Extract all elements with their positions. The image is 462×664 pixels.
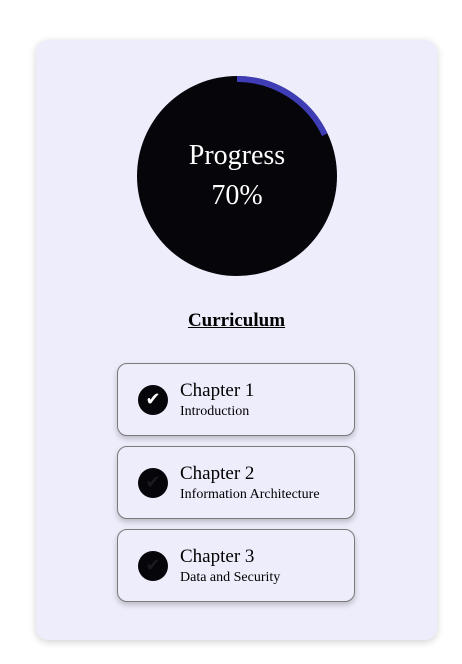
chapter-subtitle: Introduction: [180, 404, 250, 419]
chapter-card-2[interactable]: ✔ Chapter 2 Information Architecture: [117, 446, 355, 519]
progress-percent: 70%: [211, 180, 263, 211]
pending-icon: ✔: [138, 551, 168, 581]
chapter-card-1[interactable]: ✔ Chapter 1 Introduction: [117, 363, 355, 436]
progress-ring: Progress 70%: [136, 75, 338, 277]
pending-icon: ✔: [138, 468, 168, 498]
progress-readout: Progress 70%: [136, 75, 338, 277]
chapter-card-3[interactable]: ✔ Chapter 3 Data and Security: [117, 529, 355, 602]
curriculum-heading: Curriculum: [187, 310, 286, 331]
checkmark-icon: ✔: [138, 385, 168, 415]
progress-label: Progress: [188, 140, 286, 171]
chapter-subtitle: Data and Security: [180, 570, 281, 585]
chapter-title: Chapter 2: [180, 463, 255, 484]
chapter-subtitle: Information Architecture: [180, 487, 320, 502]
chapter-title: Chapter 3: [180, 546, 255, 567]
progress-card: Progress 70% Curriculum ✔ Chapter 1 Intr…: [36, 40, 437, 640]
chapter-title: Chapter 1: [180, 380, 255, 401]
